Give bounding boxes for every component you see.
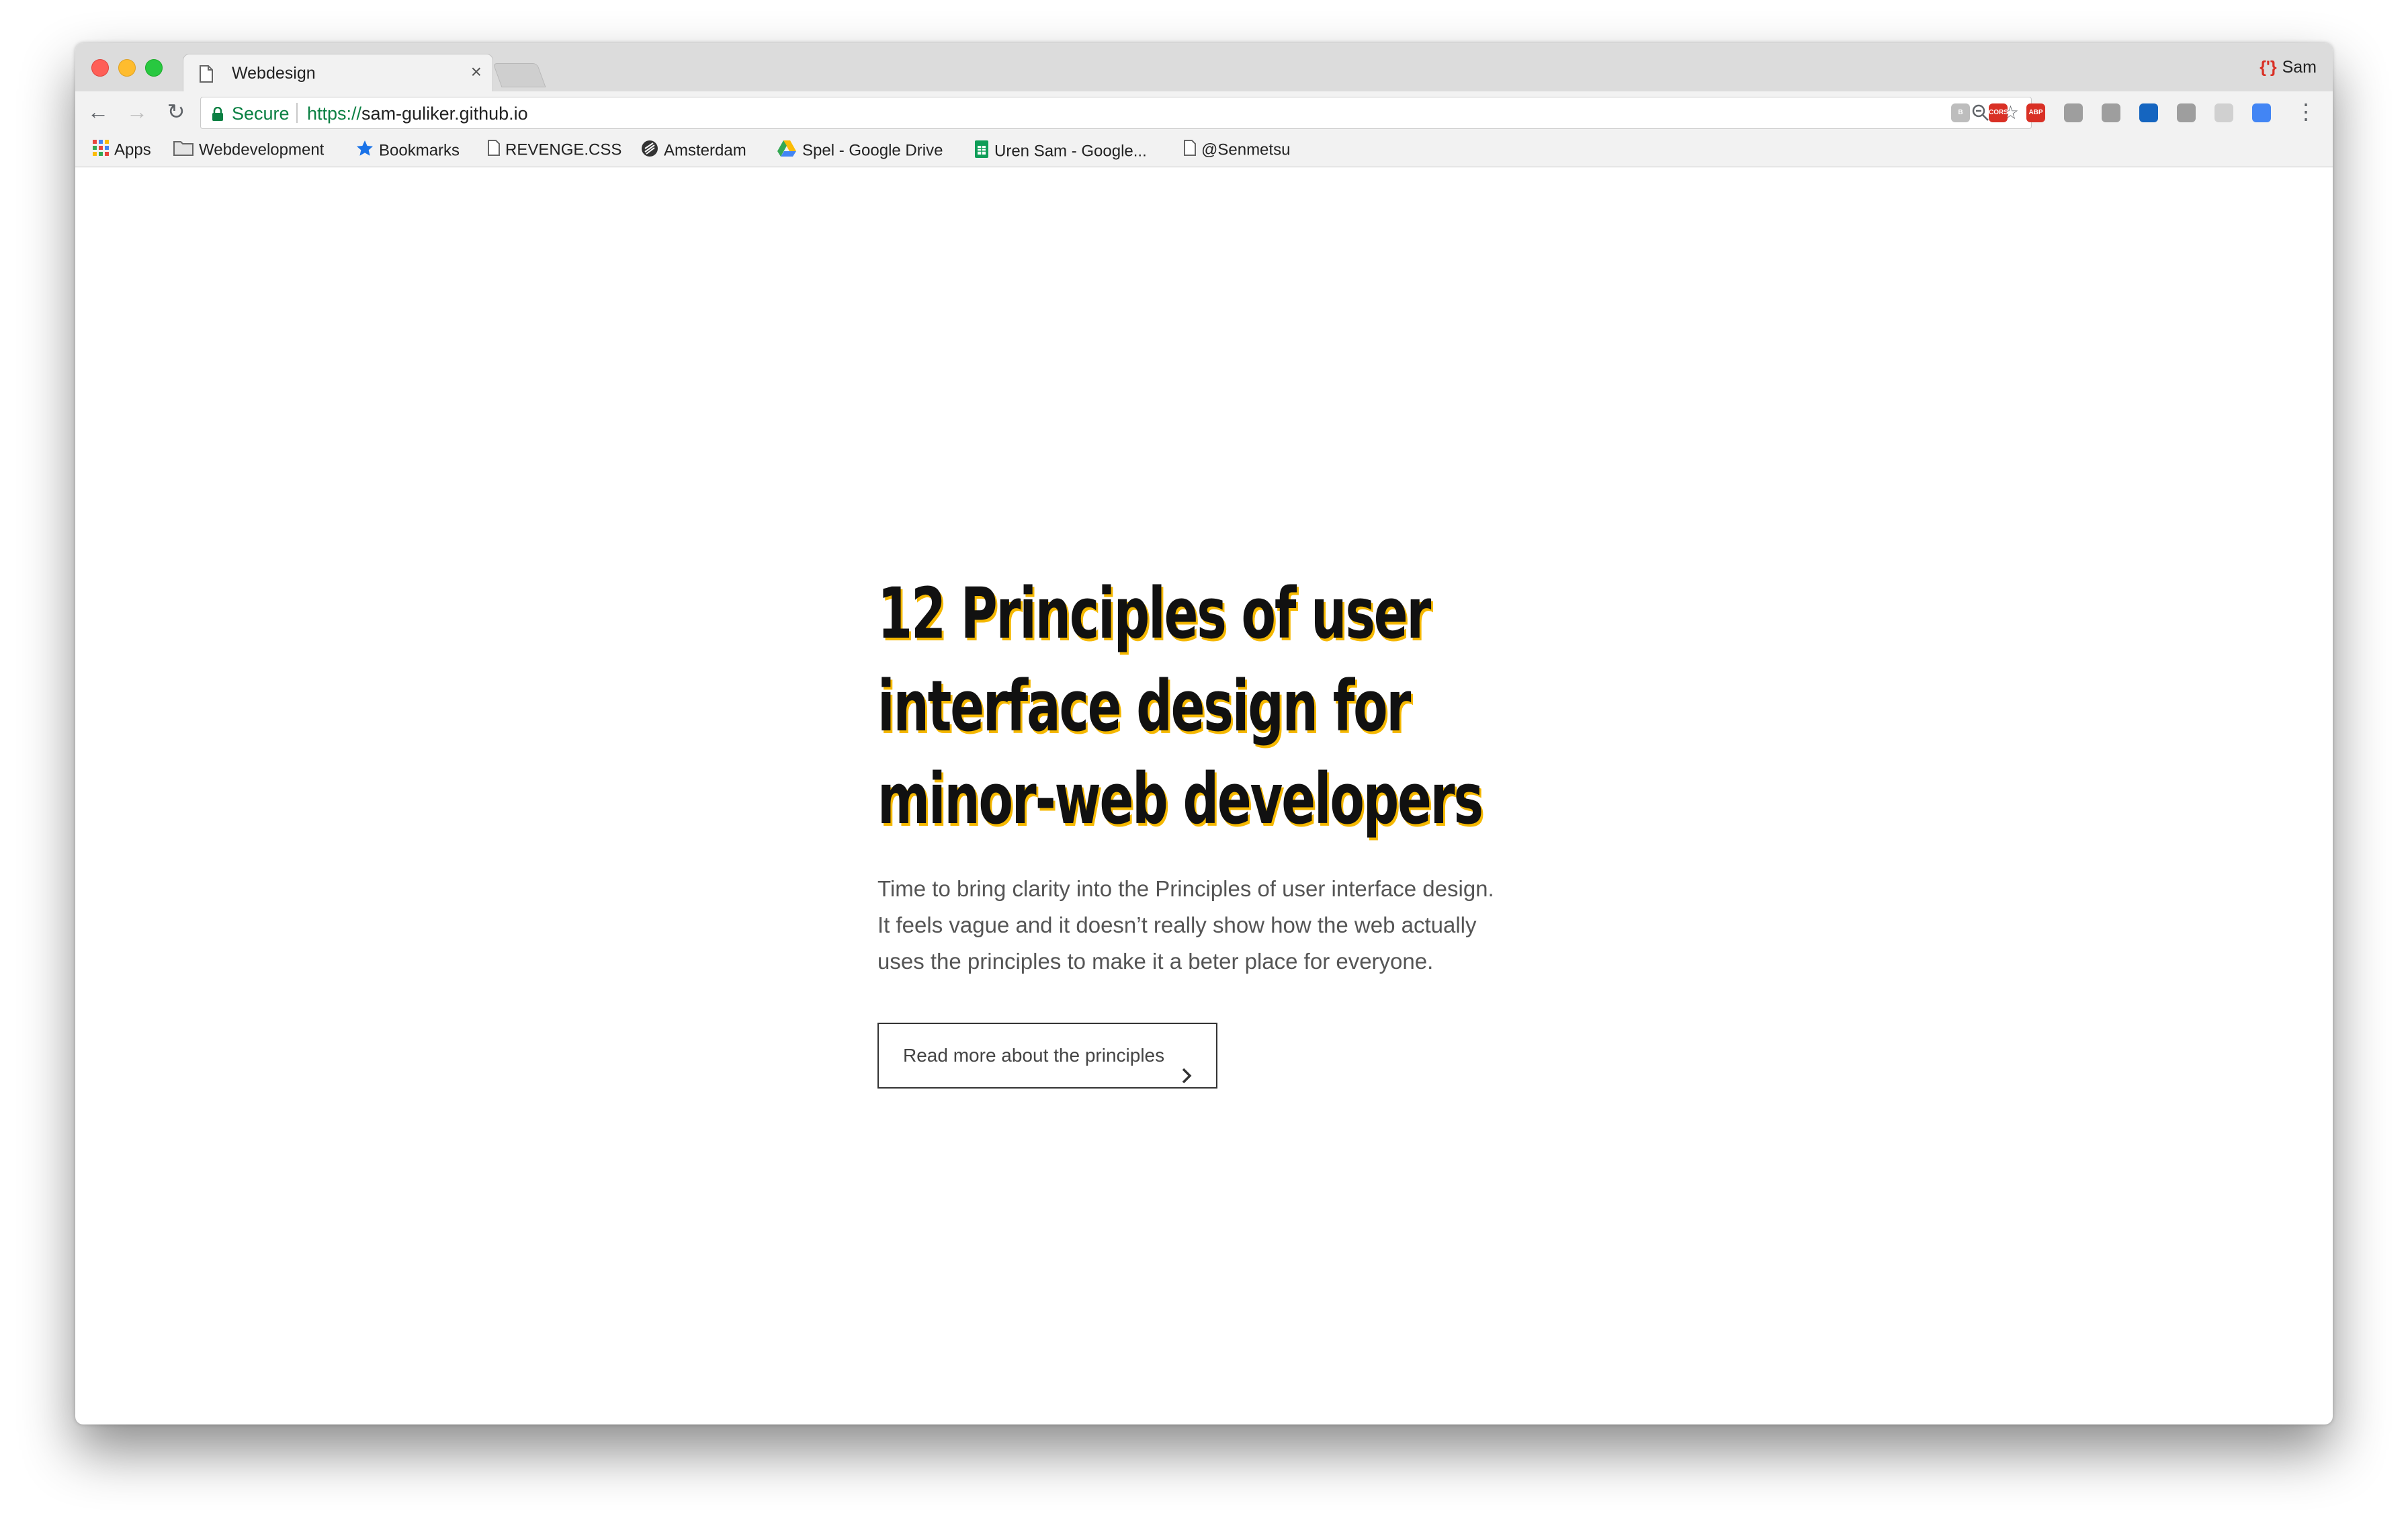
url-text[interactable]: https://sam-guliker.github.io [307,103,528,124]
title-line: 12 Principles of user [877,572,1431,654]
document-icon [1184,140,1196,161]
bookmark-label: Webdevelopment [199,140,325,159]
address-bar[interactable]: Secure https://sam-guliker.github.io ☆ [200,97,2032,129]
sheets-icon [974,140,989,163]
tab-title: Webdesign [232,64,316,83]
forward-button[interactable]: → [125,99,149,124]
url-scheme: https:// [307,103,362,124]
maximize-window-button[interactable] [145,59,163,77]
bookmark-amsterdam[interactable]: Amsterdam [641,140,746,160]
extension-icon[interactable] [2214,103,2233,122]
bookmark-label: Uren Sam - Google... [994,142,1147,161]
document-icon [200,65,213,86]
document-icon [488,140,500,161]
read-more-button[interactable]: Read more about the principles [877,1023,1217,1089]
secure-label: Secure [232,103,290,124]
globe-icon [641,140,658,162]
bookmark-webdevelopment[interactable]: Webdevelopment [173,140,324,160]
url-host: sam-guliker.github.io [361,103,528,124]
url-separator [296,103,298,123]
bookmark-label: @Senmetsu [1201,140,1291,159]
google-drive-icon [777,140,797,162]
bookmark-uren-sam[interactable]: Uren Sam - Google... [974,140,1147,163]
lock-icon [212,106,224,125]
bookmark-senmetsu[interactable]: @Senmetsu [1184,140,1290,160]
bookmark-revenge-css[interactable]: REVENGE.CSS [488,140,621,160]
profile-name: Sam [2282,58,2317,77]
bookmark-label: REVENGE.CSS [505,140,622,159]
title-bar: Webdesign × {'} Sam [75,43,2333,92]
extension-icon[interactable]: B [1951,103,1970,122]
read-more-label: Read more about the principles [903,1045,1165,1066]
bookmark-label: Spel - Google Drive [802,141,943,160]
intro-line: It feels vague and it doesn’t really sho… [877,912,1477,937]
minimize-window-button[interactable] [118,59,136,77]
hero-section: 12 Principles of user interface design f… [877,567,1549,1089]
new-tab-button[interactable] [492,63,546,87]
back-button[interactable]: ← [86,99,110,124]
intro-paragraph: Time to bring clarity into the Principle… [877,871,1536,980]
extension-icon[interactable]: ABP [2026,103,2045,122]
bookmark-label: Bookmarks [379,141,460,160]
intro-line: Time to bring clarity into the Principle… [877,876,1494,901]
title-line: minor-web developers [877,758,1484,840]
profile-button[interactable]: {'} Sam [2260,58,2317,77]
bookmark-apps[interactable]: Apps [93,140,151,160]
bookmarks-bar: Apps Webdevelopment Bookmarks REVENGE.CS… [75,132,2333,167]
browser-menu-icon[interactable]: ⋮ [2295,99,2317,124]
title-line: interface design for [877,665,1411,747]
profile-icon: {'} [2260,58,2277,77]
extension-icon[interactable] [2139,103,2158,122]
extension-icon[interactable] [2177,103,2196,122]
extension-icon[interactable] [2252,103,2271,122]
toolbar: ← → ↻ Secure https://sam-guliker.github.… [75,91,2333,132]
browser-window: Webdesign × {'} Sam ← → ↻ Secure https://… [75,43,2333,1424]
tab-webdesign[interactable]: Webdesign × [183,54,493,92]
bookmark-spel-google-drive[interactable]: Spel - Google Drive [777,140,943,160]
zoom-icon[interactable] [1972,104,1989,125]
intro-line: uses the principles to make it a beter p… [877,949,1434,974]
reload-button[interactable]: ↻ [164,99,188,124]
close-window-button[interactable] [91,59,109,77]
extension-icon[interactable]: CORS [1989,103,2008,122]
folder-icon [173,140,194,161]
bookmark-label: Apps [114,140,151,159]
chevron-right-icon [1181,1047,1192,1110]
extension-icon[interactable] [2102,103,2120,122]
extension-icon[interactable] [2064,103,2083,122]
tab-close-button[interactable]: × [471,62,482,81]
page-title: 12 Principles of user interface design f… [877,567,1506,845]
bookmark-label: Amsterdam [664,141,746,160]
star-icon [356,140,374,162]
bookmark-bookmarks[interactable]: Bookmarks [356,140,460,160]
apps-grid-icon [93,140,109,161]
